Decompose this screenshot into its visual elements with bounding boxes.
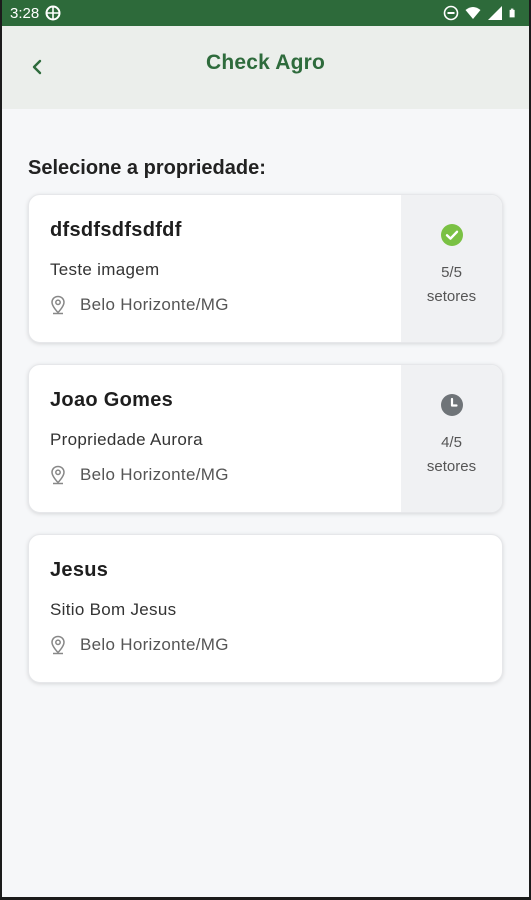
signal-icon [488, 6, 502, 20]
property-owner-name: Jesus [50, 559, 109, 581]
location-text: Belo Horizonte/MG [80, 465, 229, 484]
property-card[interactable]: dfsdfsdfsdfdf Teste imagem Belo Horizont… [28, 194, 503, 343]
property-info: Jesus Sitio Bom Jesus Belo Horizonte/MG [29, 535, 502, 682]
location-text: Belo Horizonte/MG [80, 295, 229, 314]
sectors-label: setores [426, 288, 477, 305]
sectors-label: setores [426, 458, 477, 475]
property-location: Belo Horizonte/MG [50, 635, 482, 655]
property-location: Belo Horizonte/MG [50, 295, 381, 315]
property-name: Propriedade Aurora [50, 430, 203, 449]
section-title: Selecione a propriedade: [28, 157, 266, 179]
screen: 3:28 Check Agro Selecione a propriedade:… [0, 0, 531, 900]
location-text: Belo Horizonte/MG [80, 635, 229, 654]
property-card[interactable]: Joao Gomes Propriedade Aurora Belo Horiz… [28, 364, 503, 513]
location-pin-icon [51, 295, 65, 315]
sectors-count: 4/5 [441, 434, 462, 451]
check-circle-icon [440, 224, 463, 246]
status-bar: 3:28 [2, 0, 529, 26]
vpn-globe-icon [45, 5, 61, 21]
property-owner-name: Joao Gomes [50, 389, 174, 411]
clock-icon [440, 394, 463, 416]
back-button[interactable] [24, 54, 50, 80]
property-list-section: Selecione a propriedade: dfsdfsdfsdfdf T… [2, 157, 529, 683]
app-bar: Check Agro [2, 26, 529, 109]
wifi-icon [465, 7, 481, 19]
battery-icon [509, 8, 515, 18]
chevron-left-icon [32, 59, 42, 75]
property-card[interactable]: Jesus Sitio Bom Jesus Belo Horizonte/MG [28, 534, 503, 683]
do-not-disturb-icon [443, 5, 459, 21]
sectors-count: 5/5 [441, 264, 462, 281]
sectors-status: 4/5 setores [401, 365, 502, 512]
property-location: Belo Horizonte/MG [50, 465, 381, 485]
location-pin-icon [51, 635, 65, 655]
property-name: Sitio Bom Jesus [50, 600, 177, 619]
property-info: Joao Gomes Propriedade Aurora Belo Horiz… [29, 365, 401, 512]
property-name: Teste imagem [50, 260, 160, 279]
sectors-status: 5/5 setores [401, 195, 502, 342]
status-time: 3:28 [10, 4, 40, 22]
property-info: dfsdfsdfsdfdf Teste imagem Belo Horizont… [29, 195, 401, 342]
page-title: Check Agro [205, 50, 326, 74]
property-owner-name: dfsdfsdfsdfdf [50, 219, 182, 241]
location-pin-icon [51, 465, 65, 485]
